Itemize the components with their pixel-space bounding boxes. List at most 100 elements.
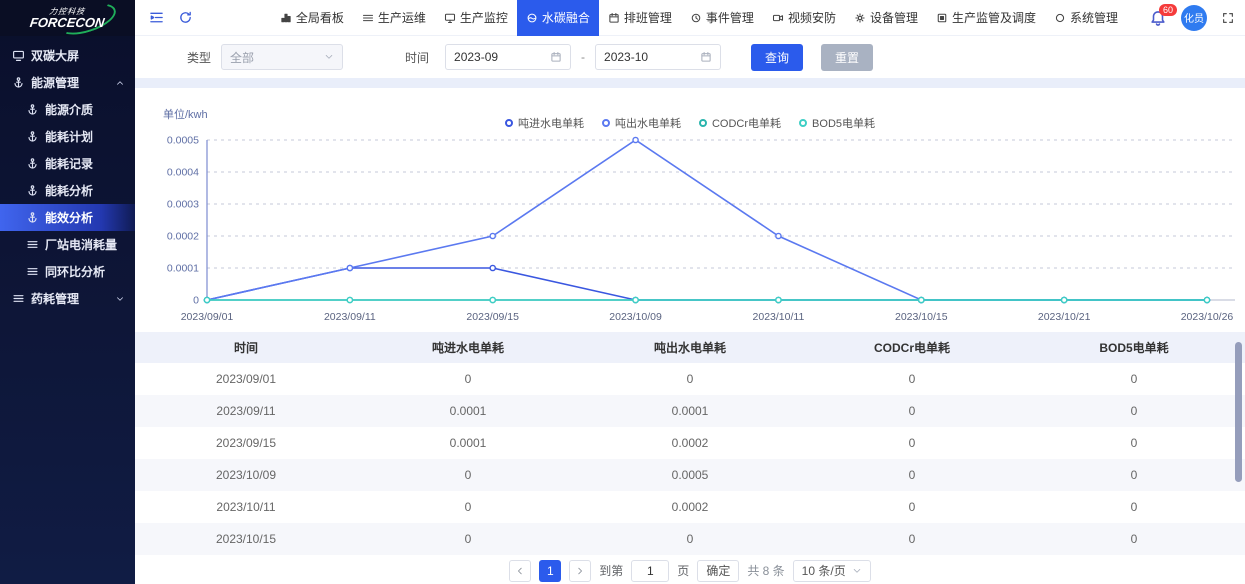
table-cell: 0 [1023, 491, 1245, 523]
table-cell: 0 [1023, 427, 1245, 459]
section-gap [135, 78, 1245, 88]
prev-page-button[interactable] [509, 560, 531, 582]
date-to-input[interactable] [604, 50, 690, 64]
energy-icon [26, 211, 39, 224]
legend-label: 吨进水电单耗 [518, 115, 584, 131]
nav-item-label: 水碳融合 [542, 9, 590, 26]
device-icon [854, 12, 866, 24]
date-to-field[interactable] [595, 44, 721, 70]
nav-item-label: 全局看板 [296, 9, 344, 26]
top-nav: 全局看板 生产运维生产监控 水碳融合排班管理事件管理视频安防设备管理生产监管及调度系… [271, 0, 1127, 36]
table-cell: 2023/10/09 [135, 459, 357, 491]
app-root: 力控科技 FORCECON 双碳大屏能源管理能源介质能耗计划能耗记录能耗分析能效… [0, 0, 1245, 584]
page-size-select[interactable]: 10 条/页 [793, 560, 871, 582]
nav-item-系统管理[interactable]: 系统管理 [1045, 0, 1127, 36]
ops-icon [362, 12, 374, 24]
goto-page-input[interactable] [631, 560, 669, 582]
energy-icon [26, 184, 39, 197]
calendar-icon [700, 51, 712, 63]
nav-item-排班管理[interactable]: 排班管理 [599, 0, 681, 36]
sidebar-item-能源介质[interactable]: 能源介质 [0, 96, 135, 123]
svg-text:2023/10/09: 2023/10/09 [609, 311, 662, 323]
data-table: 时间吨进水电单耗吨出水电单耗CODCr电单耗BOD5电单耗 2023/09/01… [135, 332, 1245, 555]
schedule-icon [608, 12, 620, 24]
table-scrollbar[interactable] [1235, 342, 1242, 482]
sidebar-item-同环比分析[interactable]: 同环比分析 [0, 258, 135, 285]
legend-item-吨进水电单耗[interactable]: 吨进水电单耗 [505, 115, 584, 131]
table-cell: 0 [357, 459, 579, 491]
sidebar-item-能耗记录[interactable]: 能耗记录 [0, 150, 135, 177]
main-area: 全局看板 生产运维生产监控 水碳融合排班管理事件管理视频安防设备管理生产监管及调度系… [135, 0, 1245, 584]
energy-icon [12, 76, 25, 89]
screen-icon [12, 49, 25, 62]
table-cell: 0.0005 [579, 459, 801, 491]
svg-text:2023/10/26: 2023/10/26 [1181, 311, 1234, 323]
svg-text:2023/09/11: 2023/09/11 [324, 311, 376, 323]
sidebar-item-label: 双碳大屏 [31, 47, 79, 64]
refresh-icon[interactable] [178, 10, 193, 25]
page-number-current[interactable]: 1 [539, 560, 561, 582]
svg-text:2023/09/15: 2023/09/15 [466, 311, 519, 323]
collapse-menu-icon[interactable] [149, 10, 164, 25]
avatar[interactable]: 化员 [1181, 5, 1207, 31]
sidebar-item-能效分析[interactable]: 能效分析 [0, 204, 135, 231]
nav-item-水碳融合[interactable]: 水碳融合 [517, 0, 599, 36]
nav-item-设备管理[interactable]: 设备管理 [845, 0, 927, 36]
sidebar-item-label: 能耗分析 [45, 182, 93, 199]
nav-item-视频安防[interactable]: 视频安防 [763, 0, 845, 36]
legend-item-BOD5电单耗[interactable]: BOD5电单耗 [799, 115, 875, 131]
fullscreen-icon[interactable] [1221, 11, 1235, 25]
column-header-时间: 时间 [135, 332, 357, 363]
nav-item-全局看板[interactable]: 全局看板 [271, 0, 353, 36]
nav-item-生产监控[interactable]: 生产监控 [435, 0, 517, 36]
bell-icon [1149, 16, 1167, 30]
sidebar-item-药耗管理[interactable]: 药耗管理 [0, 285, 135, 312]
table-cell: 0 [801, 427, 1023, 459]
water-carbon-icon [526, 12, 538, 24]
total-count-label: 共 8 条 [747, 562, 784, 579]
sidebar-item-能耗计划[interactable]: 能耗计划 [0, 123, 135, 150]
sidebar-item-label: 能耗计划 [45, 128, 93, 145]
reset-button[interactable]: 重置 [821, 44, 873, 71]
sidebar-item-能源管理[interactable]: 能源管理 [0, 69, 135, 96]
table-row: 2023/10/150000 [135, 523, 1245, 555]
table-cell: 0 [801, 459, 1023, 491]
table-cell: 2023/10/15 [135, 523, 357, 555]
table-cell: 0.0001 [357, 427, 579, 459]
time-filter-label: 时间 [405, 49, 429, 66]
sidebar-item-厂站电消耗量[interactable]: 厂站电消耗量 [0, 231, 135, 258]
list-icon [26, 265, 39, 278]
column-header-BOD5电单耗: BOD5电单耗 [1023, 332, 1245, 363]
type-filter-label: 类型 [187, 49, 211, 66]
date-from-field[interactable] [445, 44, 571, 70]
table-row: 2023/09/150.00010.000200 [135, 427, 1245, 459]
goto-confirm-button[interactable]: 确定 [697, 560, 739, 582]
query-button[interactable]: 查询 [751, 44, 803, 71]
legend-label: BOD5电单耗 [812, 115, 875, 131]
date-range-separator: - [579, 50, 587, 64]
type-select[interactable]: 全部 [221, 44, 343, 70]
nav-item-生产运维[interactable]: 生产运维 [353, 0, 435, 36]
nav-item-生产监管及调度[interactable]: 生产监管及调度 [927, 0, 1045, 36]
legend-label: CODCr电单耗 [712, 115, 781, 131]
legend-item-吨出水电单耗[interactable]: 吨出水电单耗 [602, 115, 681, 131]
nav-item-事件管理[interactable]: 事件管理 [681, 0, 763, 36]
svg-text:0.0004: 0.0004 [167, 167, 199, 179]
sidebar-item-能耗分析[interactable]: 能耗分析 [0, 177, 135, 204]
next-page-button[interactable] [569, 560, 591, 582]
energy-icon [26, 130, 39, 143]
table-cell: 0 [357, 523, 579, 555]
table-cell: 0 [801, 395, 1023, 427]
type-select-value: 全部 [230, 49, 254, 66]
legend-marker-icon [602, 119, 610, 127]
sidebar: 力控科技 FORCECON 双碳大屏能源管理能源介质能耗计划能耗记录能耗分析能效… [0, 0, 135, 584]
notification-bell-icon[interactable]: 60 [1149, 9, 1167, 27]
system-icon [1054, 12, 1066, 24]
nav-item-label: 生产运维 [378, 9, 426, 26]
svg-text:0.0001: 0.0001 [167, 263, 199, 275]
sidebar-item-双碳大屏[interactable]: 双碳大屏 [0, 42, 135, 69]
table-cell: 0 [1023, 395, 1245, 427]
legend-item-CODCr电单耗[interactable]: CODCr电单耗 [699, 115, 781, 131]
date-from-input[interactable] [454, 50, 540, 64]
page-size-value: 10 条/页 [802, 562, 846, 579]
